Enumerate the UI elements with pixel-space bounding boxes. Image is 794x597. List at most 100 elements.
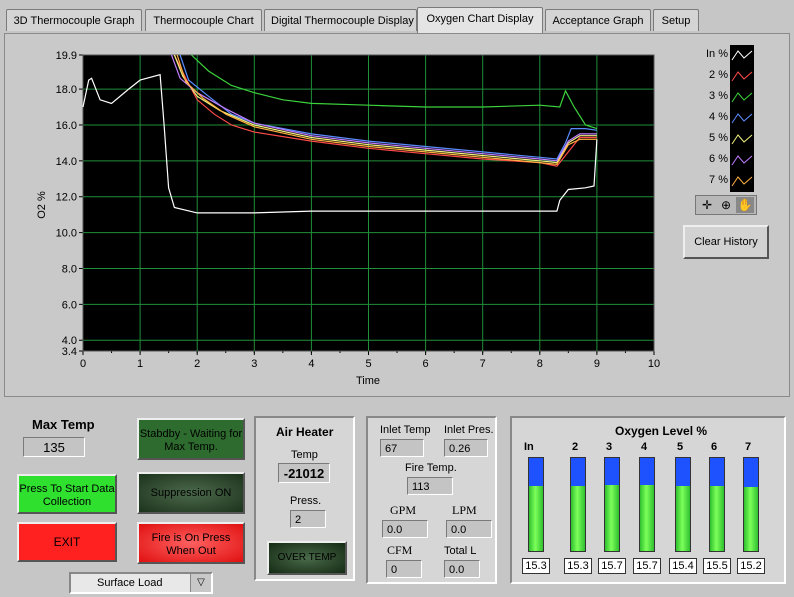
start-data-collection-button[interactable]: Press To Start Data Collection (17, 474, 117, 514)
legend-swatch-7 (730, 171, 754, 192)
oxygen-tank-fill (529, 485, 543, 551)
exit-button[interactable]: EXIT (17, 522, 117, 562)
inlet-pres-label: Inlet Pres. (444, 424, 494, 436)
cfm-value: 0 (386, 560, 422, 578)
oxygen-tank-value: 15.3 (522, 558, 550, 574)
legend-item[interactable]: 6 % (684, 150, 768, 171)
y-tick-label: 16.0 (56, 120, 77, 132)
surface-load-dropdown[interactable]: Surface Load ▽ (69, 572, 213, 594)
oxygen-tank (639, 457, 655, 552)
oxygen-tank-value: 15.4 (669, 558, 697, 574)
oxygen-tank (743, 457, 759, 552)
y-tick-label: 10.0 (56, 228, 77, 240)
y-tick-label: 12.0 (56, 192, 77, 204)
x-tick-label: 9 (594, 358, 600, 370)
oxygen-tank-value: 15.2 (737, 558, 765, 574)
tank-label: 6 (711, 441, 718, 453)
air-heater-title: Air Heater (276, 425, 334, 439)
inlet-temp-label: Inlet Temp (380, 424, 431, 436)
fire-temp-value: 113 (407, 477, 453, 495)
legend-swatch-in (730, 45, 754, 66)
x-tick-label: 3 (251, 358, 257, 370)
y-tick-label: 14.0 (56, 156, 77, 168)
surface-load-value: Surface Load (97, 577, 163, 589)
air-heater-press-value: 2 (290, 510, 326, 528)
oxygen-tank-fill (710, 485, 724, 551)
fire-on-button[interactable]: Fire is On Press When Out (137, 522, 245, 564)
y-axis-label: O2 % (36, 191, 48, 219)
air-heater-press-label: Press. (290, 495, 322, 507)
tank-label: 2 (572, 441, 579, 453)
tank-label: 5 (677, 441, 684, 453)
legend-label: 3 % (709, 90, 728, 102)
y-tick-label: 3.4 (62, 346, 77, 358)
hand-icon[interactable]: ✋ (736, 197, 754, 213)
oxygen-tank-fill (605, 484, 619, 551)
suppression-indicator[interactable]: Suppression ON (137, 472, 245, 514)
total-value: 0.0 (444, 560, 480, 578)
legend-swatch-3 (730, 87, 754, 108)
legend-item[interactable]: 3 % (684, 87, 768, 108)
oxygen-tank-value: 15.7 (598, 558, 626, 574)
total-label: Total L (444, 545, 477, 557)
legend-swatch-4 (730, 108, 754, 129)
oxygen-tank-value: 15.5 (703, 558, 731, 574)
chevron-down-icon[interactable]: ▽ (190, 574, 211, 592)
oxygen-tank-value: 15.3 (564, 558, 592, 574)
legend-item[interactable]: 7 % (684, 171, 768, 192)
x-tick-label: 0 (80, 358, 86, 370)
tank-label: 7 (745, 441, 752, 453)
legend-label: In % (705, 48, 728, 60)
x-tick-label: 4 (308, 358, 314, 370)
x-tick-label: 7 (480, 358, 486, 370)
legend-label: 4 % (709, 111, 728, 123)
x-tick-label: 5 (365, 358, 371, 370)
oxygen-chart: O2 % Time 19.9 18.0 16.0 14.0 12.0 10.0 8.0 6.0… (36, 50, 660, 387)
tab-oxygen-chart-display[interactable]: Oxygen Chart Display (417, 7, 543, 33)
zoom-icon[interactable]: ⊕ (717, 197, 735, 213)
oxygen-tank (709, 457, 725, 552)
oxygen-tank-fill (676, 485, 690, 551)
x-axis-label: Time (356, 375, 380, 387)
y-tick-label: 18.0 (56, 84, 77, 96)
gpm-value: 0.0 (382, 520, 428, 538)
max-temp-title: Max Temp (32, 417, 95, 432)
legend-item[interactable]: 5 % (684, 129, 768, 150)
inlet-pres-value: 0.26 (444, 439, 488, 457)
y-tick-label: 8.0 (62, 263, 77, 275)
y-tick-label: 19.9 (56, 50, 77, 62)
x-tick-label: 10 (648, 358, 660, 370)
standby-indicator[interactable]: Stabdby - Waiting for Max Temp. (137, 418, 245, 460)
tank-label: In (524, 441, 534, 453)
oxygen-tank-value: 15.7 (633, 558, 661, 574)
y-tick-label: 6.0 (62, 299, 77, 311)
oxygen-tank-fill (640, 484, 654, 551)
fire-temp-label: Fire Temp. (405, 462, 457, 474)
gpm-label: GPM (390, 503, 417, 517)
x-tick-label: 6 (423, 358, 429, 370)
legend-item[interactable]: In % (684, 45, 768, 66)
legend-label: 6 % (709, 153, 728, 165)
legend-item[interactable]: 4 % (684, 108, 768, 129)
oxygen-tank (570, 457, 586, 552)
legend-label: 2 % (709, 69, 728, 81)
x-tick-label: 8 (537, 358, 543, 370)
oxygen-level-title: Oxygen Level % (615, 424, 708, 438)
air-heater-temp-value: -21012 (278, 463, 330, 483)
chart-legend: In % 2 % 3 % 4 % 5 % 6 % 7 % (684, 45, 768, 192)
oxygen-tank (675, 457, 691, 552)
max-temp-value: 135 (23, 437, 85, 457)
tank-label: 3 (606, 441, 613, 453)
clear-history-button[interactable]: Clear History (683, 225, 769, 259)
oxygen-tank-fill (744, 486, 758, 551)
lpm-value: 0.0 (446, 520, 492, 538)
legend-item[interactable]: 2 % (684, 66, 768, 87)
legend-label: 5 % (709, 132, 728, 144)
oxygen-tank-fill (571, 485, 585, 551)
x-tick-label: 2 (194, 358, 200, 370)
legend-swatch-2 (730, 66, 754, 87)
legend-label: 7 % (709, 174, 728, 186)
legend-swatch-5 (730, 129, 754, 150)
oxygen-tank (604, 457, 620, 552)
crosshair-icon[interactable]: ✛ (698, 197, 716, 213)
